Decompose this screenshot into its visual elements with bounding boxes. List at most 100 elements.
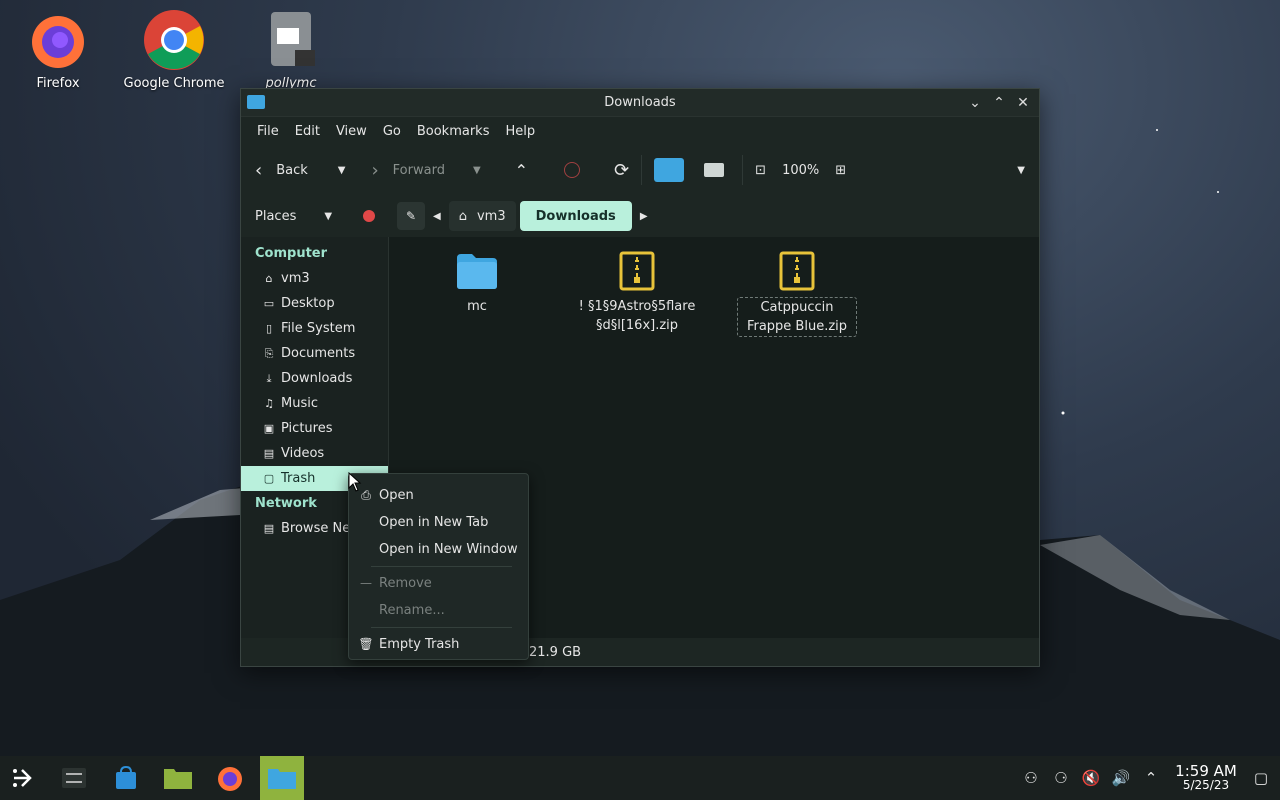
sidebar-item-file-system[interactable]: ▯ File System [241, 316, 388, 341]
breadcrumb-left-arrow[interactable]: ◀ [433, 211, 441, 222]
up-arrow-icon[interactable]: ⌃ [515, 161, 528, 180]
folder-icon [268, 769, 296, 789]
file-item-zip[interactable]: ! §1§9Astro§5flare §d§l[16x].zip [577, 249, 697, 335]
sidebar-item-pictures[interactable]: ▣ Pictures [241, 416, 388, 441]
reload-icon[interactable]: ⟳ [614, 160, 629, 181]
context-menu-empty-trash[interactable]: 🗑 Empty Trash [349, 631, 528, 658]
context-menu-rename[interactable]: Rename... [349, 597, 528, 624]
taskbar-system-settings[interactable] [52, 756, 96, 800]
taskbar-firefox[interactable] [208, 756, 252, 800]
folder-app-icon [247, 95, 265, 109]
menu-file[interactable]: File [249, 124, 287, 139]
desktop-icon-label: Firefox [36, 76, 80, 91]
trash-icon: ▢ [263, 472, 275, 485]
menu-view[interactable]: View [328, 124, 375, 139]
volume-icon[interactable]: 🔊 [1106, 769, 1136, 787]
breadcrumb-current[interactable]: Downloads [519, 201, 632, 231]
context-menu-label: Open in New Tab [379, 515, 489, 530]
places-selector[interactable]: Places ▼ [241, 195, 389, 237]
context-menu-open-new-window[interactable]: Open in New Window [349, 536, 528, 563]
clock-date: 5/25/23 [1182, 778, 1230, 792]
sidebar-item-vm3[interactable]: ⌂ vm3 [241, 266, 388, 291]
sidebar-item-label: Desktop [281, 296, 335, 311]
back-button[interactable]: ‹ Back [255, 160, 308, 181]
sidebar-item-label: vm3 [281, 271, 310, 286]
taskbar: ⚇ ⚆ 🔇 🔊 ⌃ 1:59 AM 5/25/23 ▢ [0, 756, 1280, 800]
menu-edit[interactable]: Edit [287, 124, 328, 139]
edit-path-button[interactable]: ✎ [397, 202, 425, 230]
context-menu-label: Rename... [379, 603, 445, 618]
chevron-down-icon: ▼ [324, 210, 333, 222]
user-icon[interactable]: ⚇ [1016, 769, 1046, 787]
clock[interactable]: 1:59 AM 5/25/23 [1166, 764, 1246, 793]
zoom-in-icon[interactable]: ⊞ [835, 163, 846, 178]
sidebar-item-downloads[interactable]: ⤓ Downloads [241, 366, 388, 391]
sidebar-item-desktop[interactable]: ▭ Desktop [241, 291, 388, 316]
application-launcher[interactable] [0, 756, 44, 800]
sidebar-item-label: Music [281, 396, 318, 411]
taskbar-file-manager[interactable] [156, 756, 200, 800]
desktop-icon-pollymc[interactable]: pollymc [236, 8, 346, 91]
computer-icon[interactable] [704, 163, 725, 177]
forward-history-dropdown[interactable]: ▼ [473, 165, 481, 176]
desktop-icon-firefox[interactable]: Firefox [3, 8, 113, 91]
maximize-button[interactable]: ⌃ [989, 93, 1009, 113]
pencil-icon: ✎ [405, 209, 417, 223]
context-menu-open[interactable]: ⎙ Open [349, 482, 528, 509]
zoom-level: 100% [782, 162, 820, 178]
system-tray: ⚇ ⚆ 🔇 🔊 ⌃ 1:59 AM 5/25/23 ▢ [1016, 756, 1280, 800]
menu-separator [371, 566, 512, 567]
menubar: File Edit View Go Bookmarks Help [241, 117, 1039, 145]
sidebar-item-music[interactable]: ♫ Music [241, 391, 388, 416]
context-menu-open-new-tab[interactable]: Open in New Tab [349, 509, 528, 536]
chevron-up-icon[interactable]: ⌃ [1136, 769, 1166, 787]
store-bag-icon [116, 765, 136, 789]
taskbar-dolphin-active[interactable] [260, 756, 304, 800]
menu-go[interactable]: Go [375, 124, 409, 139]
desktop-icon-label: Google Chrome [123, 76, 225, 91]
file-item-folder[interactable]: mc [417, 249, 537, 316]
desktop-icon-google-chrome[interactable]: Google Chrome [119, 8, 229, 91]
titlebar[interactable]: Downloads ⌄ ⌃ ✕ [241, 89, 1039, 117]
location-bar: Places ▼ ✎ ◀ ⌂ vm3 Downloads ▶ [241, 195, 1039, 237]
zoom-out-icon[interactable]: ⊡ [755, 163, 766, 178]
stop-icon[interactable] [564, 162, 581, 178]
mic-muted-icon[interactable]: 🔇 [1076, 769, 1106, 787]
context-menu-remove[interactable]: — Remove [349, 570, 528, 597]
menu-bookmarks[interactable]: Bookmarks [409, 124, 498, 139]
file-item-zip[interactable]: Catppuccin Frappe Blue.zip [737, 249, 857, 337]
home-folder-icon[interactable] [654, 158, 685, 182]
breadcrumb-right-arrow[interactable]: ▶ [640, 211, 648, 222]
taskbar-discover[interactable] [104, 756, 148, 800]
launcher-icon [13, 769, 32, 787]
file-name: ! §1§9Astro§5flare §d§l[16x].zip [578, 299, 696, 333]
sidebar-item-label: Documents [281, 346, 356, 361]
window-title: Downloads [604, 95, 676, 110]
toolbar-overflow-dropdown[interactable]: ▼ [1017, 165, 1025, 176]
sidebar-item-label: File System [281, 321, 356, 336]
users-icon[interactable]: ⚆ [1046, 769, 1076, 787]
desktop-icon: ▭ [263, 297, 275, 310]
context-menu-label: Open [379, 488, 414, 503]
network-icon: ▤ [263, 522, 275, 535]
close-sidebar-icon[interactable] [363, 210, 375, 222]
forward-button[interactable]: › Forward [371, 160, 444, 181]
download-icon: ⤓ [266, 371, 272, 385]
chevron-left-icon: ‹ [255, 159, 263, 181]
home-icon: ⌂ [265, 272, 273, 285]
sidebar-item-videos[interactable]: ▤ Videos [241, 441, 388, 466]
sidebar-header-computer: Computer [255, 246, 328, 261]
file-name: Catppuccin Frappe Blue.zip [737, 297, 857, 337]
menu-help[interactable]: Help [497, 124, 543, 139]
back-label: Back [276, 162, 308, 178]
forward-label: Forward [392, 162, 445, 178]
chevron-right-icon: › [371, 159, 379, 181]
breadcrumb-home[interactable]: ⌂ vm3 [448, 201, 516, 231]
show-desktop-icon[interactable]: ▢ [1246, 769, 1276, 787]
zip-archive-icon [619, 251, 655, 291]
minimize-button[interactable]: ⌄ [965, 93, 985, 113]
sidebar-item-documents[interactable]: ⎘ Documents [241, 341, 388, 366]
back-history-dropdown[interactable]: ▼ [338, 165, 346, 176]
zip-archive-icon [779, 251, 815, 291]
close-button[interactable]: ✕ [1013, 93, 1033, 113]
